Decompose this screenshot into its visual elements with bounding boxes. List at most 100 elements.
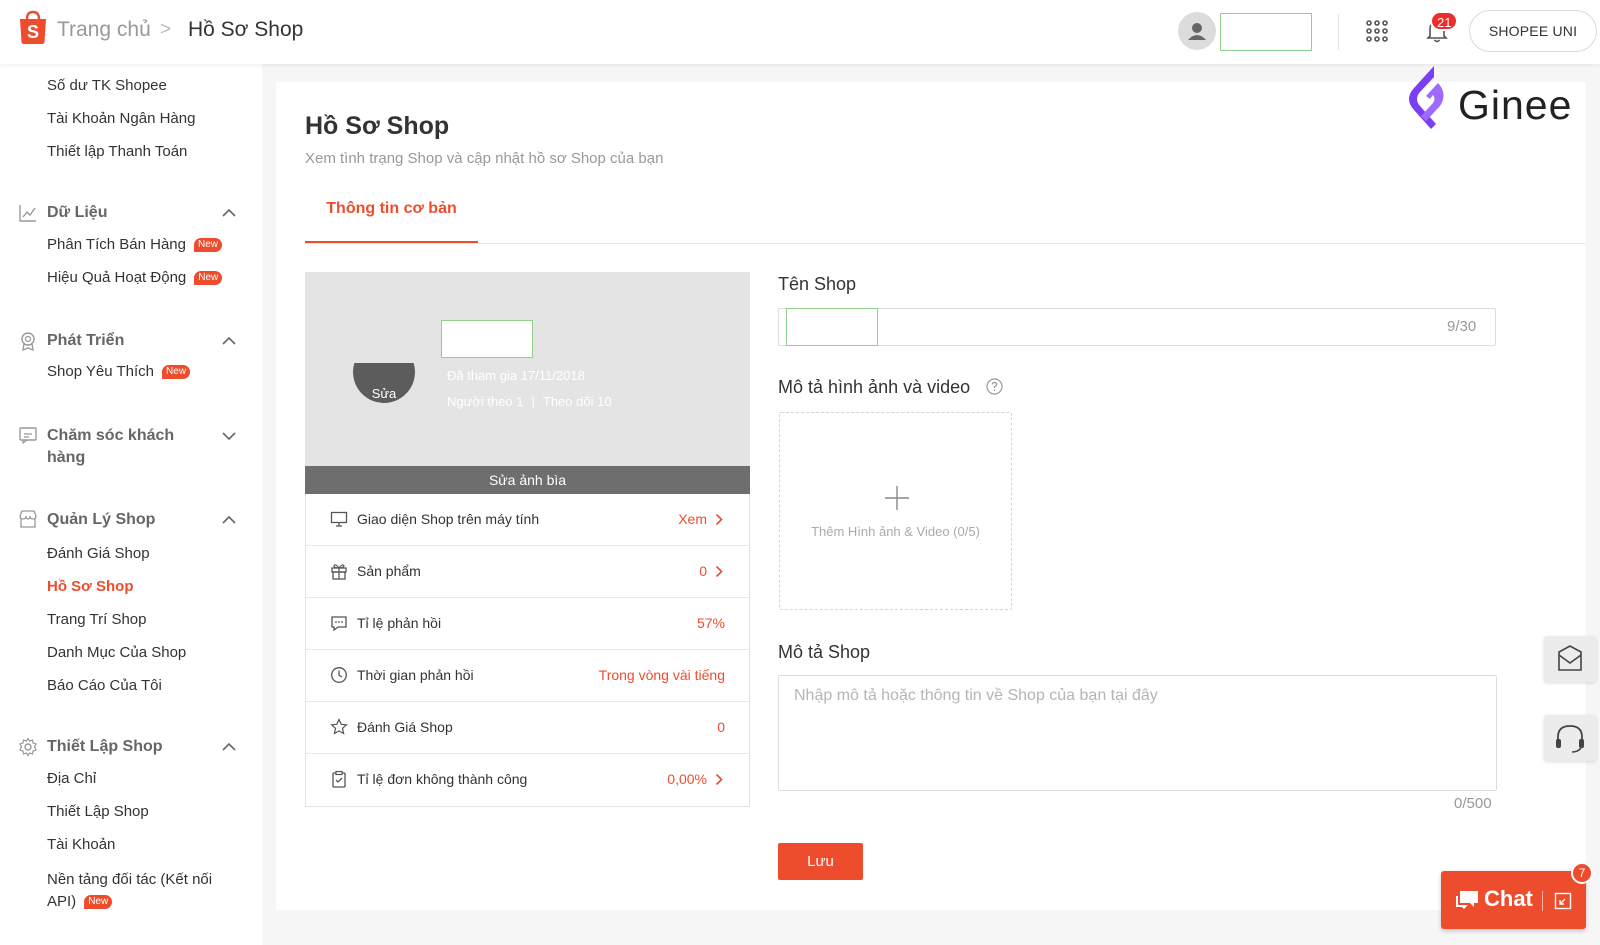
award-icon xyxy=(21,332,35,351)
stat-label: Đánh Giá Shop xyxy=(357,719,453,735)
chevron-right-icon xyxy=(715,773,723,786)
chat-unread-badge: 7 xyxy=(1571,862,1593,884)
edit-cover-button[interactable]: Sửa ảnh bìa xyxy=(305,466,750,494)
stat-row-desktop-view[interactable]: Giao diện Shop trên máy tính Xem xyxy=(306,494,749,546)
minimize-icon[interactable] xyxy=(1554,892,1572,910)
support-float-button[interactable] xyxy=(1544,715,1596,761)
sidebar-item-account[interactable]: Tài Khoản xyxy=(47,836,115,853)
stat-value: 0 xyxy=(717,719,725,735)
shopee-logo-icon[interactable]: S xyxy=(18,10,48,44)
top-header: S Trang chủ > Hồ Sơ Shop 21 SHOPEE UNI xyxy=(0,0,1600,64)
chevron-right-icon xyxy=(715,513,723,526)
sidebar-item-shop-settings[interactable]: Thiết Lập Shop xyxy=(47,803,149,820)
new-badge: New xyxy=(162,365,191,380)
apps-grid-icon[interactable] xyxy=(1366,20,1388,42)
stat-row-response-rate: Tỉ lệ phản hồi 57% xyxy=(306,598,749,650)
chevron-up-icon[interactable] xyxy=(222,208,236,218)
tab-basic-info[interactable]: Thông tin cơ bản xyxy=(305,190,478,244)
chevron-up-icon[interactable] xyxy=(222,742,236,752)
stat-row-products[interactable]: Sản phẩm 0 xyxy=(306,546,749,598)
notification-badge: 21 xyxy=(1430,11,1459,31)
stat-row-shop-rating: Đánh Giá Shop 0 xyxy=(306,702,749,754)
media-label: Mô tả hình ảnh và video xyxy=(778,377,971,397)
chat-button[interactable]: Chat xyxy=(1441,871,1586,929)
mail-icon xyxy=(1558,645,1582,671)
sidebar-item-label: Shop Yêu Thích xyxy=(47,363,155,380)
stat-value: Trong vòng vài tiếng xyxy=(598,667,725,683)
gear-icon xyxy=(19,737,37,757)
sidebar-item-address[interactable]: Địa Chỉ xyxy=(47,770,96,787)
sidebar-item-label: Phân Tích Bán Hàng xyxy=(47,236,186,253)
chat-bubble-icon xyxy=(331,616,347,632)
svg-text:S: S xyxy=(27,22,39,42)
sidebar-item-sales-analysis[interactable]: Phân Tích Bán Hàng New xyxy=(47,236,222,253)
sidebar-item-bank-account[interactable]: Tài Khoản Ngân Hàng xyxy=(47,110,195,127)
sidebar-item-my-reports[interactable]: Báo Cáo Của Tôi xyxy=(47,677,162,694)
follow-stats: Người theo 1 | Theo dõi 10 xyxy=(447,394,612,409)
sidebar-item-payment-settings[interactable]: Thiết lập Thanh Toán xyxy=(47,143,187,160)
sidebar-item-shop-reviews[interactable]: Đánh Giá Shop xyxy=(47,545,150,562)
chevron-up-icon[interactable] xyxy=(222,336,236,346)
message-float-button[interactable] xyxy=(1544,636,1596,682)
page-title: Hồ Sơ Shop xyxy=(305,112,450,140)
sidebar-item-shopee-balance[interactable]: Số dư TK Shopee xyxy=(47,77,167,94)
description-label: Mô tả Shop xyxy=(778,642,871,662)
sidebar-item-partner-platform[interactable]: Nền tảng đối tác (Kết nối API) New xyxy=(47,869,212,913)
stat-value[interactable]: 0,00% xyxy=(667,771,707,787)
sidebar-section-growth[interactable]: Phát Triển xyxy=(47,330,124,352)
media-upload-text: Thêm Hình ảnh & Video (0/5) xyxy=(811,524,980,539)
chat-icon xyxy=(1456,891,1478,909)
stat-label: Thời gian phản hồi xyxy=(357,667,474,683)
new-badge: New xyxy=(194,271,223,286)
shop-name-input[interactable] xyxy=(778,308,1496,346)
sidebar-item-label: Hiệu Quả Hoạt Động xyxy=(47,269,187,286)
chevron-up-icon[interactable] xyxy=(222,515,236,525)
shop-icon xyxy=(19,510,37,528)
sidebar-item-shop-categories[interactable]: Danh Mục Của Shop xyxy=(47,644,186,661)
edit-avatar-button[interactable]: Sửa xyxy=(353,386,415,401)
headset-icon xyxy=(1556,725,1584,753)
followers-count: Người theo 1 xyxy=(447,394,524,409)
clipboard-icon xyxy=(332,770,346,788)
gift-icon xyxy=(331,564,347,580)
sidebar-section-data[interactable]: Dữ Liệu xyxy=(47,202,107,224)
stat-value: 57% xyxy=(696,615,725,631)
stat-value[interactable]: 0 xyxy=(699,563,707,579)
sidebar-section-shop-settings[interactable]: Thiết Lập Shop xyxy=(47,736,163,758)
stat-label: Tỉ lệ đơn không thành công xyxy=(357,771,528,787)
sidebar-item-shop-decoration[interactable]: Trang Trí Shop xyxy=(47,611,147,628)
following-count: Theo dõi 10 xyxy=(542,394,612,409)
shop-stats-list: Giao diện Shop trên máy tính Xem Sản phẩ… xyxy=(305,494,750,807)
chevron-right-icon xyxy=(715,565,723,578)
sidebar-item-shop-profile[interactable]: Hồ Sơ Shop xyxy=(47,578,134,595)
description-char-count: 0/500 xyxy=(1454,795,1492,812)
stat-value[interactable]: Xem xyxy=(678,511,707,527)
stat-row-response-time: Thời gian phản hồi Trong vòng vài tiếng xyxy=(306,650,749,702)
help-icon[interactable] xyxy=(986,378,1003,395)
username-redacted-box xyxy=(1220,13,1312,51)
shop-name-char-count: 9/30 xyxy=(1447,318,1477,335)
page-subtitle: Xem tình trạng Shop và cập nhật hồ sơ Sh… xyxy=(305,150,664,167)
breadcrumb-home[interactable]: Trang chủ xyxy=(57,18,151,42)
save-button[interactable]: Lưu xyxy=(778,843,863,880)
follow-separator: | xyxy=(531,394,535,409)
media-upload-area[interactable] xyxy=(779,412,1012,610)
user-avatar[interactable] xyxy=(1178,12,1216,50)
star-icon xyxy=(330,718,348,735)
breadcrumb-separator: > xyxy=(160,19,172,40)
plus-icon xyxy=(885,486,909,510)
chevron-down-icon[interactable] xyxy=(222,431,236,441)
shopee-uni-button[interactable]: SHOPEE UNI xyxy=(1469,10,1597,52)
header-divider xyxy=(1338,14,1339,50)
sidebar-item-performance[interactable]: Hiệu Quả Hoạt Động New xyxy=(47,269,223,286)
sidebar-item-favorite-shop[interactable]: Shop Yêu Thích New xyxy=(47,363,191,380)
sidebar-section-shop-management[interactable]: Quản Lý Shop xyxy=(47,509,155,531)
shop-description-input[interactable] xyxy=(778,675,1497,791)
sidebar-section-customer-care[interactable]: Chăm sóc khách hàng xyxy=(47,425,174,469)
chat-label: Chat xyxy=(1484,886,1533,911)
shop-name-redacted-box xyxy=(441,320,533,358)
sidebar-item-label: Nền tảng đối tác (Kết nối xyxy=(47,871,213,888)
stat-row-failed-orders[interactable]: Tỉ lệ đơn không thành công 0,00% xyxy=(306,754,749,806)
new-badge: New xyxy=(193,238,222,253)
shop-name-redacted-box xyxy=(786,308,878,346)
